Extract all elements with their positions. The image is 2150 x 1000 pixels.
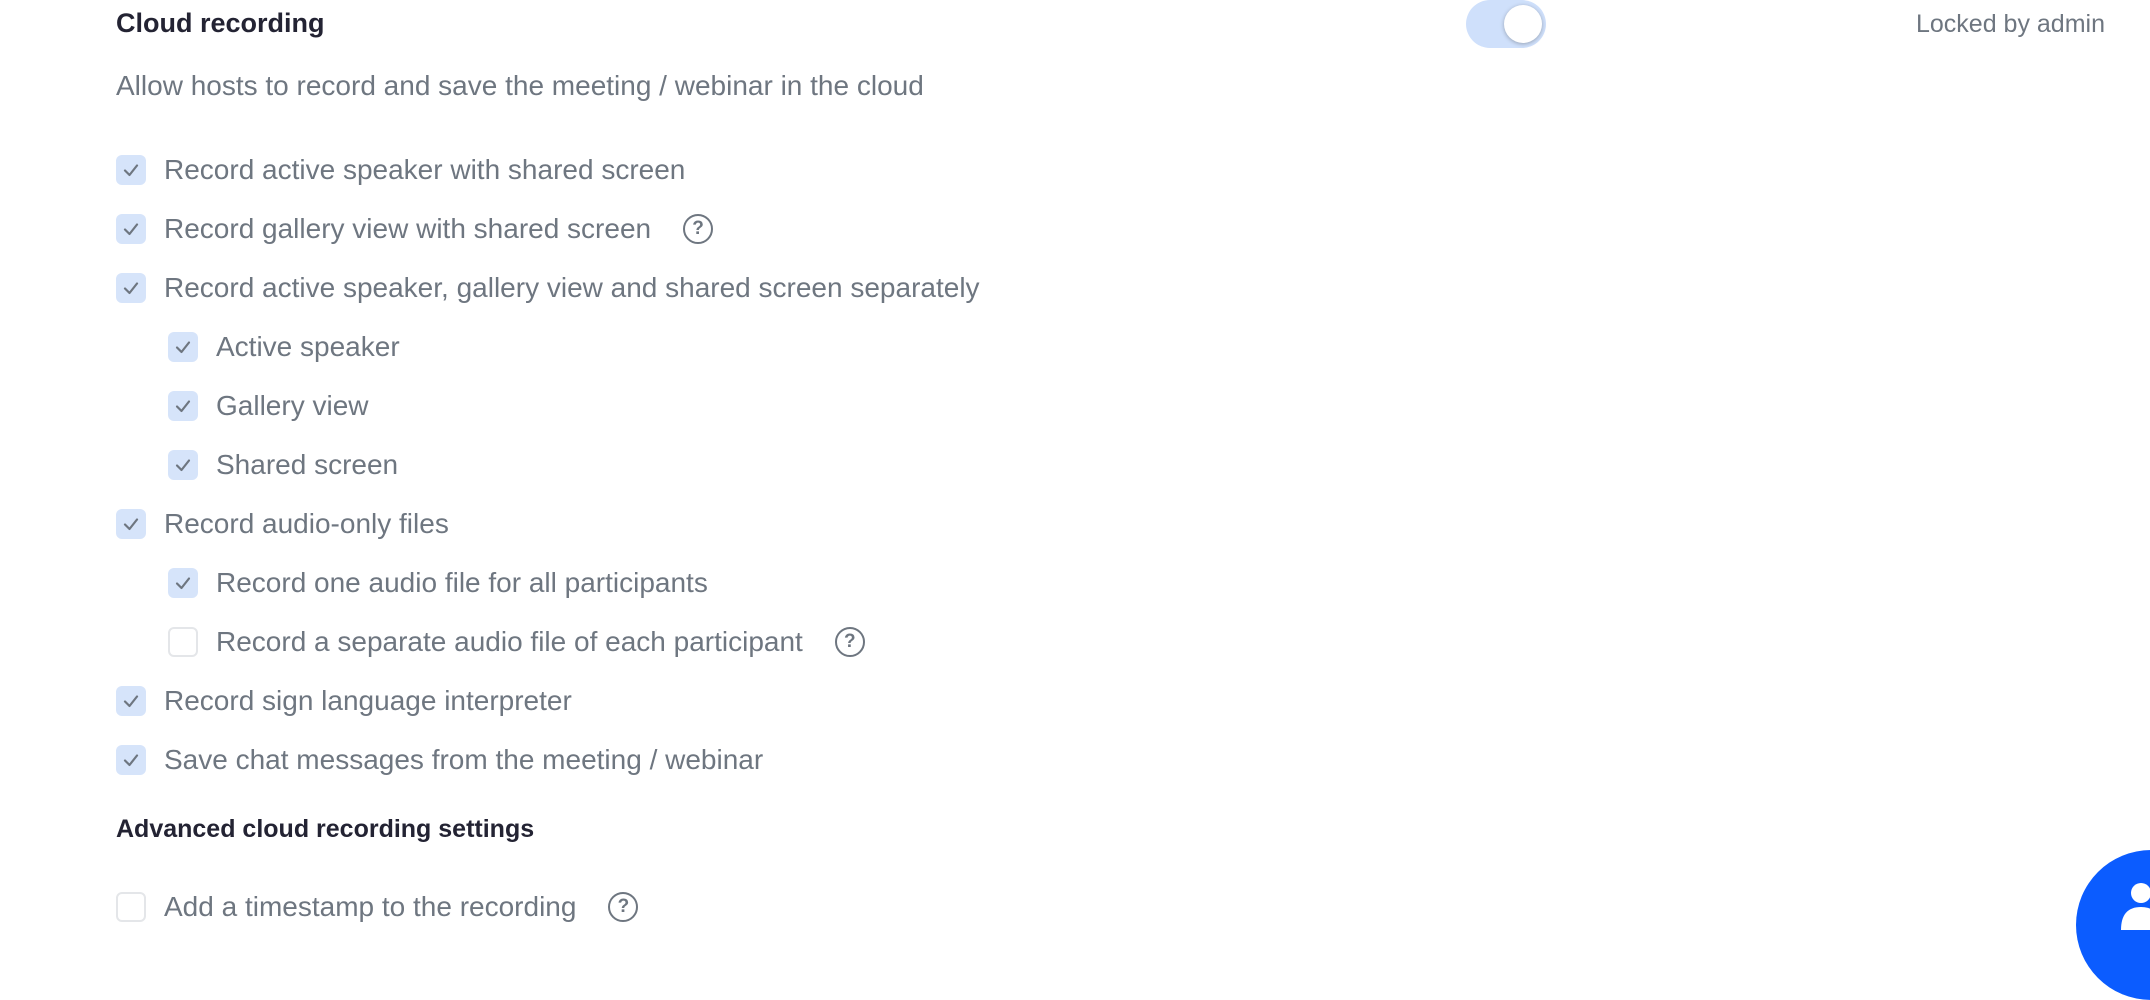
option-record-gallery-view-shared-screen[interactable]: Record gallery view with shared screen ? <box>116 209 714 249</box>
checkmark-icon <box>123 754 139 767</box>
option-one-audio-file[interactable]: Record one audio file for all participan… <box>168 563 708 603</box>
checkmark-icon <box>123 223 139 236</box>
checkmark-icon <box>175 341 191 354</box>
checkmark-icon <box>175 577 191 590</box>
option-record-audio-only[interactable]: Record audio-only files <box>116 504 449 544</box>
option-save-chat-messages[interactable]: Save chat messages from the meeting / we… <box>116 740 763 780</box>
checkbox[interactable] <box>116 686 146 716</box>
option-label: Record audio-only files <box>164 508 449 539</box>
option-sign-language-interpreter[interactable]: Record sign language interpreter <box>116 681 572 721</box>
checkbox[interactable] <box>168 391 198 421</box>
option-add-timestamp[interactable]: Add a timestamp to the recording ? <box>116 887 639 927</box>
option-label: Add a timestamp to the recording <box>164 891 577 922</box>
section-description: Allow hosts to record and save the meeti… <box>116 70 924 101</box>
question-circle-icon[interactable]: ? <box>683 214 714 244</box>
option-label: Gallery view <box>216 390 369 421</box>
checkmark-icon <box>123 282 139 295</box>
checkbox[interactable] <box>116 892 146 922</box>
locked-by-admin-label: Locked by admin <box>1915 10 2105 38</box>
chat-support-button[interactable] <box>2076 850 2150 1000</box>
checkbox[interactable] <box>168 450 198 480</box>
checkmark-icon <box>123 695 139 708</box>
option-label: Save chat messages from the meeting / we… <box>164 744 764 775</box>
checkbox[interactable] <box>116 214 146 244</box>
option-record-separately[interactable]: Record active speaker, gallery view and … <box>116 268 980 308</box>
checkmark-icon <box>123 164 139 177</box>
option-record-active-speaker-shared-screen[interactable]: Record active speaker with shared screen <box>116 150 685 190</box>
user-chat-icon <box>2121 883 2150 930</box>
checkbox[interactable] <box>168 332 198 362</box>
option-label: Shared screen <box>216 449 399 480</box>
option-label: Record a separate audio file of each par… <box>216 626 803 657</box>
option-label: Record active speaker, gallery view and … <box>164 272 980 303</box>
checkbox[interactable] <box>116 509 146 539</box>
option-separate-audio-file[interactable]: Record a separate audio file of each par… <box>168 622 865 662</box>
cloud-recording-toggle[interactable] <box>1466 0 1546 48</box>
option-active-speaker[interactable]: Active speaker <box>168 327 400 367</box>
section-title: Cloud recording <box>116 8 325 38</box>
question-circle-icon[interactable]: ? <box>834 627 865 657</box>
checkmark-icon <box>175 400 191 413</box>
option-label: Record sign language interpreter <box>164 685 572 716</box>
advanced-settings-title: Advanced cloud recording settings <box>116 815 535 843</box>
toggle-knob <box>1504 5 1542 43</box>
checkbox[interactable] <box>168 568 198 598</box>
option-label: Record active speaker with shared screen <box>164 154 686 185</box>
option-label: Record gallery view with shared screen <box>164 213 652 244</box>
checkbox[interactable] <box>116 745 146 775</box>
checkbox[interactable] <box>116 273 146 303</box>
option-label: Record one audio file for all participan… <box>216 567 708 598</box>
question-circle-icon[interactable]: ? <box>608 892 639 922</box>
option-shared-screen[interactable]: Shared screen <box>168 445 398 485</box>
checkbox[interactable] <box>168 627 198 657</box>
option-gallery-view[interactable]: Gallery view <box>168 386 368 426</box>
option-label: Active speaker <box>216 331 400 362</box>
checkmark-icon <box>123 518 139 531</box>
checkmark-icon <box>175 459 191 472</box>
checkbox[interactable] <box>116 155 146 185</box>
